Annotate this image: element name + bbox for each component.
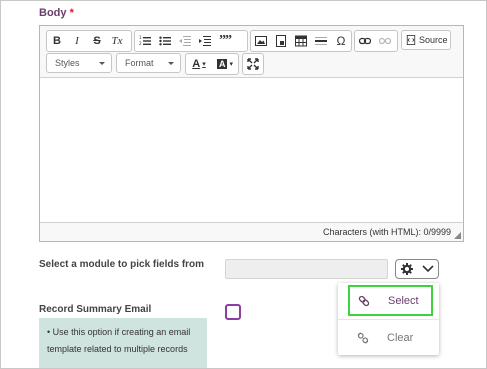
blockquote-icon: ”” (219, 33, 232, 48)
blockquote-button[interactable]: ”” (215, 31, 235, 51)
table-button[interactable] (291, 31, 311, 51)
color-group: A ▾ A ▾ (185, 53, 239, 75)
rich-text-editor[interactable]: B I S Tx 12 ”” Ω Source Styles Format A … (39, 25, 464, 242)
basic-styles-group: B I S Tx (46, 30, 132, 52)
image-icon (255, 36, 267, 46)
svg-text:1: 1 (139, 35, 142, 40)
gear-icon (400, 263, 413, 275)
bulleted-list-icon (159, 36, 171, 46)
clear-menu-item[interactable]: Clear (338, 321, 439, 355)
numbered-list-icon: 12 (139, 35, 151, 46)
link-button[interactable] (355, 31, 375, 51)
list-group: 12 ”” (134, 30, 248, 52)
resize-handle-icon[interactable] (454, 232, 461, 239)
text-color-icon: A (192, 58, 201, 70)
source-label: Source (419, 35, 448, 45)
flash-button[interactable] (271, 31, 291, 51)
link-icon (358, 295, 370, 307)
body-field-label: Body * (39, 7, 74, 19)
format-label: Format (125, 58, 154, 68)
styles-label: Styles (55, 58, 80, 68)
chevron-down-icon (99, 62, 105, 65)
text-color-button[interactable]: A ▾ (186, 54, 212, 74)
module-select-input[interactable] (225, 259, 388, 279)
editor-status-bar: Characters (with HTML): 0/9999 (40, 222, 463, 241)
select-menu-item[interactable]: Select (348, 285, 433, 316)
remove-format-button[interactable]: Tx (107, 31, 127, 51)
source-button[interactable]: Source (401, 30, 451, 50)
outdent-button[interactable] (175, 31, 195, 51)
link-icon (359, 37, 371, 45)
record-summary-checkbox[interactable] (225, 304, 241, 320)
menu-divider (338, 319, 439, 320)
record-summary-label: Record Summary Email (39, 304, 152, 315)
clear-label: Clear (387, 332, 414, 344)
chevron-down-icon (168, 62, 174, 65)
maximize-icon (247, 58, 259, 70)
unlink-icon (357, 332, 369, 344)
table-icon (295, 35, 307, 47)
source-icon (406, 35, 416, 45)
insert-group: Ω (250, 30, 352, 52)
image-button[interactable] (251, 31, 271, 51)
unlink-button[interactable] (375, 31, 395, 51)
svg-text:2: 2 (139, 41, 142, 46)
character-count: Characters (with HTML): 0/9999 (322, 227, 451, 237)
indent-icon (199, 36, 211, 46)
maximize-group (242, 53, 264, 75)
module-picker-label: Select a module to pick fields from (39, 259, 205, 270)
bg-color-button[interactable]: A ▾ (212, 54, 238, 74)
record-summary-hint: • Use this option if creating an email t… (39, 318, 207, 368)
indent-button[interactable] (195, 31, 215, 51)
styles-dropdown[interactable]: Styles (46, 53, 112, 73)
link-group (354, 30, 398, 52)
required-asterisk: * (69, 7, 74, 19)
maximize-button[interactable] (243, 54, 263, 74)
outdent-icon (179, 36, 191, 46)
body-label-text: Body (39, 7, 67, 19)
italic-button[interactable]: I (67, 31, 87, 51)
unlink-icon (379, 37, 391, 45)
document-icon (276, 35, 286, 47)
editor-content-area[interactable] (40, 78, 463, 222)
special-char-button[interactable]: Ω (331, 31, 351, 51)
bulleted-list-button[interactable] (155, 31, 175, 51)
bg-color-icon: A (216, 59, 228, 69)
bold-button[interactable]: B (47, 31, 67, 51)
chevron-down-icon (421, 265, 434, 273)
select-label: Select (388, 294, 419, 307)
format-dropdown[interactable]: Format (116, 53, 181, 73)
module-options-button[interactable] (395, 259, 439, 279)
editor-toolbar: B I S Tx 12 ”” Ω Source Styles Format A … (40, 26, 463, 78)
horizontal-rule-button[interactable] (311, 31, 331, 51)
form-panel: Body * B I S Tx 12 ”” Ω Source Styles Fo… (0, 0, 487, 369)
numbered-list-button[interactable]: 12 (135, 31, 155, 51)
module-options-menu: Select Clear (338, 283, 439, 355)
strikethrough-button[interactable]: S (87, 31, 107, 51)
horizontal-line-icon (315, 37, 327, 45)
